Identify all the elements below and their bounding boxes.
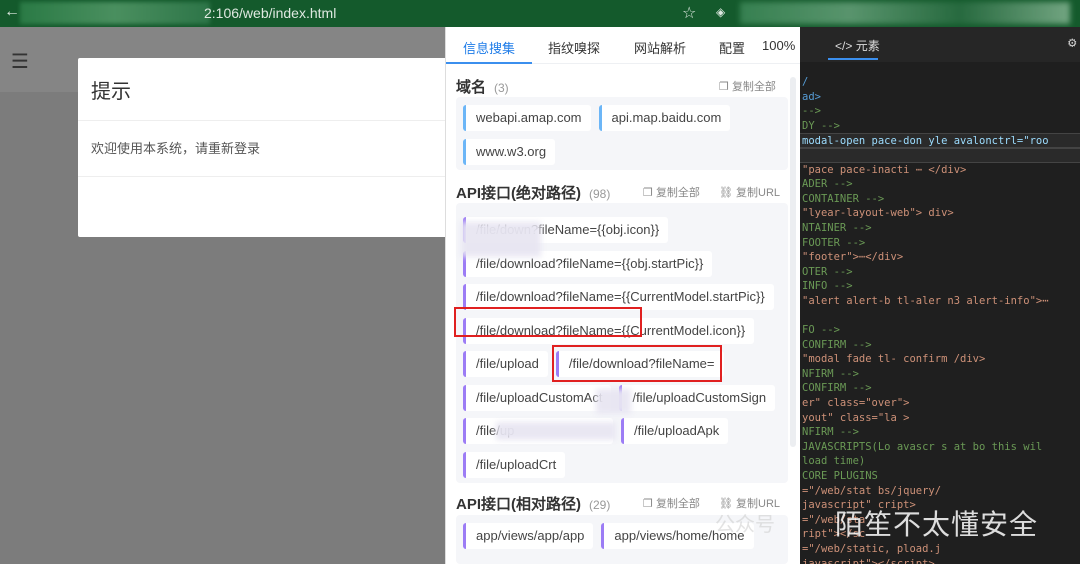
section-title: API接口(相对路径): [456, 496, 581, 513]
back-arrow-icon[interactable]: ←: [4, 3, 20, 21]
zoom-level: 100%: [762, 38, 796, 53]
copy-url-api-abs-button[interactable]: ⛓ 复制URL: [719, 184, 780, 200]
dom-line[interactable]: [800, 147, 1080, 163]
dom-line[interactable]: CONTAINER -->: [800, 192, 1080, 207]
alert-modal: 提示 欢迎使用本系统，请重新登录: [78, 58, 448, 237]
active-tab-indicator: [828, 58, 878, 60]
section-api-relative-title: API接口(相对路径) (29): [456, 493, 610, 514]
domain-list: webapi.amap.com api.map.baidu.com www.w3…: [456, 97, 788, 170]
api-item[interactable]: /file/uploadApk: [621, 418, 729, 444]
dom-line[interactable]: /: [800, 75, 1080, 90]
dom-line[interactable]: INFO -->: [800, 279, 1080, 294]
tab-label: 元素: [855, 39, 880, 53]
dom-line[interactable]: JAVASCRIPTS(Lo avascr s at bo this wil: [800, 440, 1080, 455]
dom-line[interactable]: "alert alert-b tl-aler n3 alert-info">⋯: [800, 294, 1080, 309]
tab-fingerprint[interactable]: 指纹嗅探: [548, 38, 600, 57]
dom-line[interactable]: load time): [800, 454, 1080, 469]
dom-line[interactable]: CONFIRM -->: [800, 381, 1080, 396]
copy-all-domains-button[interactable]: ❐ 复制全部: [719, 78, 776, 94]
copy-icon: ❐: [643, 187, 653, 199]
copy-all-api-rel-button[interactable]: ❐ 复制全部: [643, 495, 700, 511]
dom-line[interactable]: CORE PLUGINS: [800, 469, 1080, 484]
dom-line[interactable]: javascript"></script>: [800, 557, 1080, 564]
copy-all-api-abs-button[interactable]: ❐ 复制全部: [643, 184, 700, 200]
dom-tree[interactable]: / ad> --> DY --> modal-open pace-don yle a…: [800, 62, 1080, 564]
section-title: API接口(绝对路径): [456, 185, 581, 202]
highlight-box: [552, 345, 722, 382]
redaction: [496, 422, 616, 440]
redaction: [596, 389, 631, 414]
dom-line[interactable]: "modal fade tl- confirm /div>: [800, 352, 1080, 367]
section-domains-title: 域名 (3): [456, 76, 509, 97]
label: 复制URL: [736, 187, 781, 199]
count: (3): [494, 81, 509, 95]
dom-line[interactable]: "pace pace-inacti ⋯ </div>: [800, 163, 1080, 178]
devtools-tabs: </> 元素 ⚙: [800, 27, 1080, 62]
hamburger-menu-icon[interactable]: ☰: [11, 49, 29, 74]
dom-line[interactable]: NFIRM -->: [800, 367, 1080, 382]
tab-site-analysis[interactable]: 网站解析: [634, 38, 686, 57]
extension-popup: 信息搜集 指纹嗅探 网站解析 配置 100% 域名 (3) ❐ 复制全部 weba…: [445, 27, 800, 564]
extension-icon[interactable]: ◈: [716, 5, 725, 19]
blurred-toolbar: [740, 2, 1070, 24]
dom-line[interactable]: NFIRM -->: [800, 425, 1080, 440]
dom-line[interactable]: yout" class="la >: [800, 411, 1080, 426]
dom-line[interactable]: [800, 309, 1080, 324]
domain-item[interactable]: webapi.amap.com: [463, 105, 591, 131]
dom-line[interactable]: modal-open pace-don yle avalonctrl="roo: [800, 133, 1080, 148]
tab-settings[interactable]: 配置: [719, 38, 745, 57]
gear-icon[interactable]: ⚙: [1068, 35, 1076, 51]
dom-line[interactable]: er" class="over">: [800, 396, 1080, 411]
redaction: [461, 222, 541, 257]
count: (29): [589, 498, 611, 512]
blurred-url-prefix: [20, 2, 210, 24]
link-icon: ⛓: [719, 187, 733, 199]
active-tab-indicator: [446, 62, 532, 64]
dom-line[interactable]: ="/web/static, pload.j: [800, 542, 1080, 557]
divider: [78, 120, 448, 121]
api-item[interactable]: /file/uploadCrt: [463, 451, 566, 478]
copy-icon: ❐: [643, 498, 653, 510]
modal-message: 欢迎使用本系统，请重新登录: [91, 141, 261, 156]
dom-line[interactable]: -->: [800, 104, 1080, 119]
tab-elements[interactable]: </> 元素: [835, 37, 880, 54]
copy-icon: ❐: [719, 81, 729, 93]
watermark-channel: 公众号: [715, 514, 775, 536]
watermark: 陌笙不太懂安全: [835, 508, 1039, 541]
dom-line[interactable]: OTER -->: [800, 265, 1080, 280]
dom-line[interactable]: "footer">⋯</div>: [800, 250, 1080, 265]
section-api-absolute-title: API接口(绝对路径) (98): [456, 182, 610, 203]
dom-line[interactable]: FOOTER -->: [800, 236, 1080, 251]
bookmark-star-icon[interactable]: ☆: [682, 3, 696, 23]
domain-item[interactable]: www.w3.org: [463, 138, 556, 165]
section-title: 域名: [456, 79, 487, 96]
dom-line[interactable]: ADER -->: [800, 177, 1080, 192]
dom-line[interactable]: ad>: [800, 90, 1080, 105]
domain-item[interactable]: api.map.baidu.com: [598, 105, 731, 131]
divider: [78, 176, 448, 177]
address-bar-url[interactable]: 2:106/web/index.html: [204, 5, 336, 21]
api-item[interactable]: app/views/app/app: [463, 523, 594, 549]
tab-info-gathering[interactable]: 信息搜集: [463, 38, 515, 57]
api-item[interactable]: /file/uploadCustomSign: [619, 384, 776, 411]
dom-line[interactable]: CONFIRM -->: [800, 338, 1080, 353]
highlight-box: [454, 307, 642, 337]
scrollbar[interactable]: [790, 77, 796, 447]
dom-line[interactable]: NTAINER -->: [800, 221, 1080, 236]
tab-bar: 信息搜集 指纹嗅探 网站解析 配置 100%: [446, 27, 800, 64]
dom-line[interactable]: FO -->: [800, 323, 1080, 338]
dom-line[interactable]: "lyear-layout-web"> div>: [800, 206, 1080, 221]
devtools-panel: </> 元素 ⚙ / ad> --> DY --> modal-open pace-…: [800, 27, 1080, 564]
modal-title: 提示: [91, 81, 131, 103]
api-item[interactable]: /file/upload: [463, 351, 548, 377]
count: (98): [589, 187, 611, 201]
dom-line[interactable]: ="/web/stat bs/jquery/: [800, 484, 1080, 499]
code-icon: </>: [835, 39, 853, 53]
label: 复制全部: [731, 81, 776, 93]
browser-toolbar: ← 2:106/web/index.html ☆ ◈: [0, 0, 1080, 27]
label: 复制全部: [655, 187, 700, 199]
dom-line[interactable]: DY -->: [800, 119, 1080, 134]
api-item[interactable]: /file/uploadCustomAct: [463, 384, 612, 411]
label: 复制全部: [655, 498, 700, 510]
